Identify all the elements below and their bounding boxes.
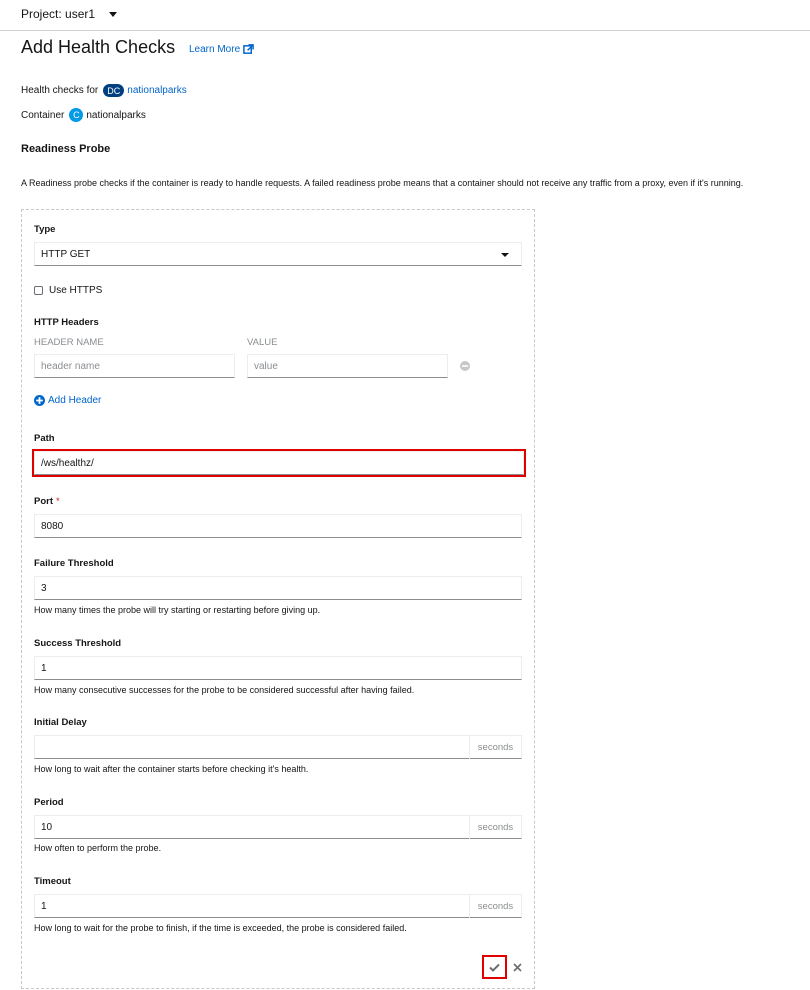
path-value: /ws/healthz/ bbox=[41, 457, 94, 469]
port-label: Port * bbox=[34, 496, 60, 507]
container-name: nationalparks bbox=[86, 109, 146, 121]
period-value: 10 bbox=[41, 821, 53, 833]
failure-threshold-help: How many times the probe will try starti… bbox=[34, 605, 321, 615]
type-label: Type bbox=[34, 224, 56, 235]
top-bar: Project: user1 bbox=[0, 0, 810, 31]
success-threshold-value: 1 bbox=[41, 662, 47, 674]
initial-delay-unit: seconds bbox=[469, 735, 521, 759]
path-input[interactable]: /ws/healthz/ bbox=[32, 449, 526, 477]
readiness-probe-form: Type HTTP GET Use HTTPS HTTP Headers HEA… bbox=[21, 209, 535, 989]
period-label: Period bbox=[34, 797, 64, 808]
timeout-help: How long to wait for the probe to finish… bbox=[34, 923, 407, 933]
failure-threshold-input[interactable]: 3 bbox=[34, 576, 522, 600]
success-threshold-help: How many consecutive successes for the p… bbox=[34, 685, 415, 695]
use-https-label: Use HTTPS bbox=[49, 285, 103, 296]
container-label: Container bbox=[21, 109, 65, 121]
probe-description: A Readiness probe checks if the containe… bbox=[21, 178, 744, 188]
failure-threshold-value: 3 bbox=[41, 582, 47, 594]
period-help: How often to perform the probe. bbox=[34, 843, 162, 853]
type-select[interactable]: HTTP GET bbox=[34, 242, 522, 266]
container-badge: C bbox=[69, 108, 84, 122]
initial-delay-input[interactable]: seconds bbox=[34, 735, 522, 759]
header-name-placeholder: header name bbox=[41, 360, 100, 372]
health-checks-for-label: Health checks for bbox=[21, 85, 99, 96]
learn-more-link[interactable]: Learn More bbox=[189, 44, 254, 55]
remove-header-icon[interactable] bbox=[460, 361, 470, 371]
initial-delay-help: How long to wait after the container sta… bbox=[34, 764, 309, 774]
required-indicator: * bbox=[56, 496, 60, 507]
project-selector[interactable]: Project: user1 bbox=[21, 7, 118, 21]
probe-title: Readiness Probe bbox=[21, 143, 111, 155]
external-link-icon bbox=[243, 44, 254, 54]
learn-more-label: Learn More bbox=[189, 44, 241, 55]
header-name-column: HEADER NAME bbox=[34, 337, 104, 348]
success-threshold-label: Success Threshold bbox=[34, 638, 122, 649]
period-input[interactable]: 10 seconds bbox=[34, 815, 522, 839]
plus-circle-icon bbox=[34, 395, 45, 406]
check-icon bbox=[489, 963, 500, 972]
add-header-button[interactable]: Add Header bbox=[34, 395, 101, 406]
project-label: Project: user1 bbox=[21, 7, 96, 21]
use-https-checkbox[interactable] bbox=[34, 286, 43, 295]
type-value: HTTP GET bbox=[41, 248, 91, 260]
page-title: Add Health Checks bbox=[21, 37, 176, 57]
timeout-label: Timeout bbox=[34, 876, 71, 887]
timeout-value: 1 bbox=[41, 900, 47, 912]
success-threshold-input[interactable]: 1 bbox=[34, 656, 522, 680]
container-row: Container C nationalparks bbox=[21, 108, 146, 122]
initial-delay-label: Initial Delay bbox=[34, 717, 87, 728]
header-value-placeholder: value bbox=[254, 360, 278, 372]
cancel-button[interactable] bbox=[510, 957, 524, 977]
close-icon bbox=[512, 962, 522, 972]
failure-threshold-label: Failure Threshold bbox=[34, 558, 114, 569]
port-label-text: Port bbox=[34, 496, 53, 507]
header-name-input[interactable]: header name bbox=[34, 354, 235, 378]
health-checks-for-row: Health checks for DC nationalparks bbox=[21, 84, 187, 97]
dc-badge: DC bbox=[103, 84, 125, 97]
resource-link[interactable]: nationalparks bbox=[127, 85, 186, 96]
use-https-row[interactable]: Use HTTPS bbox=[34, 285, 102, 296]
port-input[interactable]: 8080 bbox=[34, 514, 522, 538]
confirm-button[interactable] bbox=[482, 955, 507, 979]
caret-down-icon bbox=[501, 253, 509, 257]
timeout-input[interactable]: 1 seconds bbox=[34, 894, 522, 918]
add-header-label: Add Header bbox=[48, 395, 102, 406]
http-headers-label: HTTP Headers bbox=[34, 317, 99, 328]
port-value: 8080 bbox=[41, 520, 64, 532]
period-unit: seconds bbox=[469, 815, 521, 839]
timeout-unit: seconds bbox=[469, 894, 521, 918]
path-label: Path bbox=[34, 433, 55, 444]
header-value-column: VALUE bbox=[247, 337, 278, 348]
header-value-input[interactable]: value bbox=[247, 354, 448, 378]
caret-down-icon bbox=[109, 11, 118, 17]
